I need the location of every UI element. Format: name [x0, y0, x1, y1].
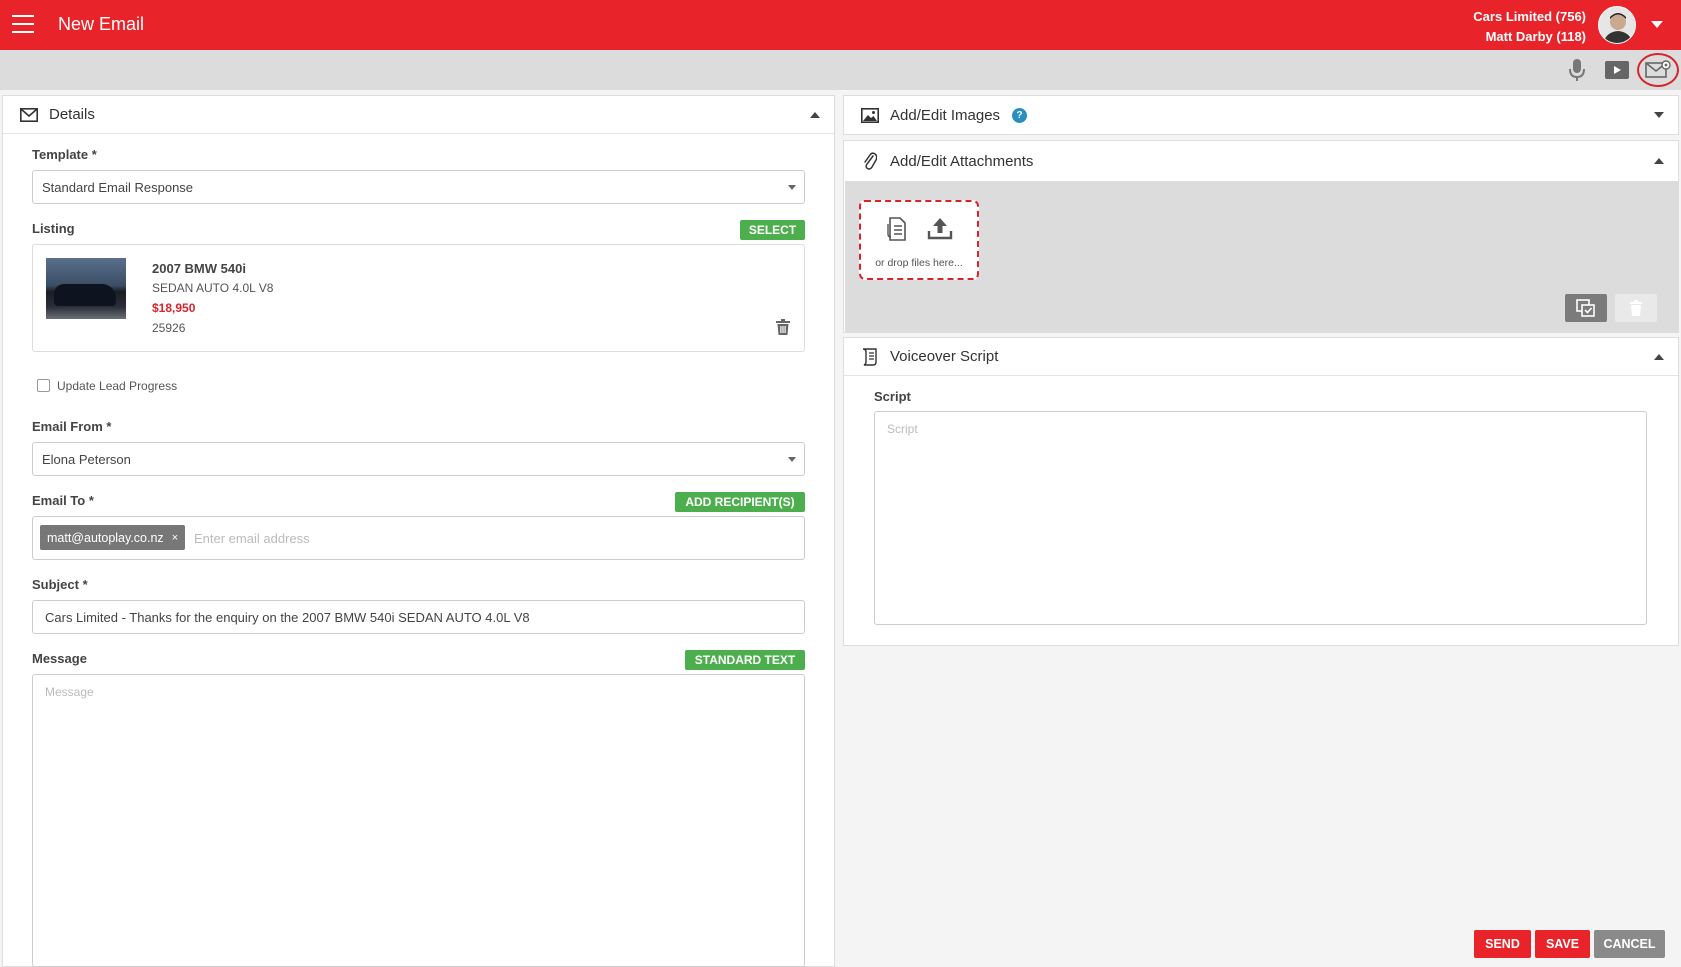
email-from-select[interactable]: Elona Peterson [32, 442, 805, 476]
email-from-label: Email From * [32, 419, 112, 434]
image-icon [860, 105, 880, 125]
subject-value: Cars Limited - Thanks for the enquiry on… [45, 609, 530, 625]
details-title: Details [49, 106, 95, 123]
images-header[interactable]: Add/Edit Images ? [844, 96, 1678, 134]
template-select[interactable]: Standard Email Response [32, 170, 805, 204]
sub-toolbar [0, 50, 1681, 90]
menu-icon[interactable] [12, 15, 34, 33]
select-all-button[interactable] [1565, 294, 1607, 322]
listing-subtitle: SEDAN AUTO 4.0L V8 [152, 281, 274, 295]
images-title: Add/Edit Images [890, 106, 1001, 124]
script-icon [860, 347, 880, 367]
email-to-input[interactable]: Enter email address [194, 531, 310, 546]
paperclip-icon [860, 151, 880, 171]
video-button[interactable] [1604, 56, 1630, 84]
listing-title: 2007 BMW 540i [152, 261, 246, 276]
message-textarea[interactable]: Message [32, 674, 805, 967]
car-thumbnail [46, 258, 126, 319]
chevron-down-icon [788, 457, 796, 462]
script-label: Script [874, 389, 911, 404]
file-dropzone[interactable]: or drop files here... [859, 200, 979, 280]
account-info[interactable]: Cars Limited (756) Matt Darby (118) [1473, 7, 1586, 47]
select-listing-button[interactable]: SELECT [740, 220, 805, 240]
email-to-label: Email To * [32, 493, 94, 508]
cancel-button[interactable]: CANCEL [1594, 930, 1665, 958]
microphone-button[interactable] [1565, 56, 1589, 84]
remove-recipient-icon[interactable]: × [172, 532, 178, 544]
standard-text-button[interactable]: STANDARD TEXT [685, 650, 805, 670]
email-from-value: Elona Peterson [42, 451, 131, 467]
document-attach-icon [887, 217, 906, 241]
recipient-chip: matt@autoplay.co.nz × [40, 525, 186, 550]
dropzone-text: or drop files here... [875, 257, 963, 269]
collapse-caret-icon[interactable] [1654, 158, 1664, 164]
recipient-email: matt@autoplay.co.nz [47, 530, 164, 545]
listing-card: 2007 BMW 540i SEDAN AUTO 4.0L V8 $18,950… [32, 244, 805, 352]
script-textarea[interactable]: Script [874, 411, 1647, 625]
update-lead-checkbox[interactable] [37, 379, 50, 392]
details-header[interactable]: Details [3, 96, 834, 134]
delete-attachments-button[interactable] [1615, 294, 1657, 322]
email-settings-button[interactable] [1637, 53, 1679, 87]
user-avatar-icon [1599, 7, 1635, 43]
video-play-icon [1605, 61, 1629, 79]
upload-icon [927, 218, 953, 240]
trash-icon[interactable] [776, 319, 790, 335]
listing-price: $18,950 [152, 301, 196, 315]
message-label: Message [32, 651, 87, 666]
template-label: Template * [32, 147, 97, 162]
update-lead-label: Update Lead Progress [57, 379, 178, 393]
avatar[interactable] [1598, 6, 1636, 44]
envelope-icon [19, 105, 39, 125]
script-placeholder: Script [887, 422, 918, 436]
top-bar: New Email Cars Limited (756) Matt Darby … [0, 0, 1681, 50]
listing-stock-id: 25926 [152, 321, 186, 335]
collapse-caret-icon[interactable] [810, 112, 820, 118]
send-button[interactable]: SEND [1474, 930, 1531, 958]
voiceover-title: Voiceover Script [890, 348, 999, 365]
chevron-down-icon [788, 185, 796, 190]
attachments-title: Add/Edit Attachments [890, 152, 1034, 170]
subject-input[interactable]: Cars Limited - Thanks for the enquiry on… [32, 600, 805, 634]
attachments-header[interactable]: Add/Edit Attachments [844, 141, 1678, 181]
account-company: Cars Limited (756) [1473, 9, 1586, 24]
collapse-caret-icon[interactable] [1654, 354, 1664, 360]
expand-caret-icon[interactable] [1654, 112, 1664, 118]
account-user: Matt Darby (118) [1485, 29, 1586, 44]
voiceover-header[interactable]: Voiceover Script [844, 338, 1678, 376]
trash-icon [1630, 300, 1642, 316]
email-settings-icon [1645, 60, 1671, 78]
template-value: Standard Email Response [42, 179, 194, 195]
subject-label: Subject * [32, 577, 88, 592]
add-recipients-button[interactable]: ADD RECIPIENT(S) [675, 492, 805, 512]
chevron-down-icon[interactable] [1651, 21, 1663, 28]
listing-label: Listing [32, 221, 75, 236]
message-placeholder: Message [45, 685, 94, 699]
save-button[interactable]: SAVE [1535, 930, 1590, 958]
images-panel: Add/Edit Images ? [843, 95, 1679, 135]
microphone-icon [1569, 59, 1585, 81]
page-title: New Email [58, 14, 145, 34]
copy-select-icon [1576, 299, 1595, 317]
help-icon[interactable]: ? [1012, 107, 1028, 123]
